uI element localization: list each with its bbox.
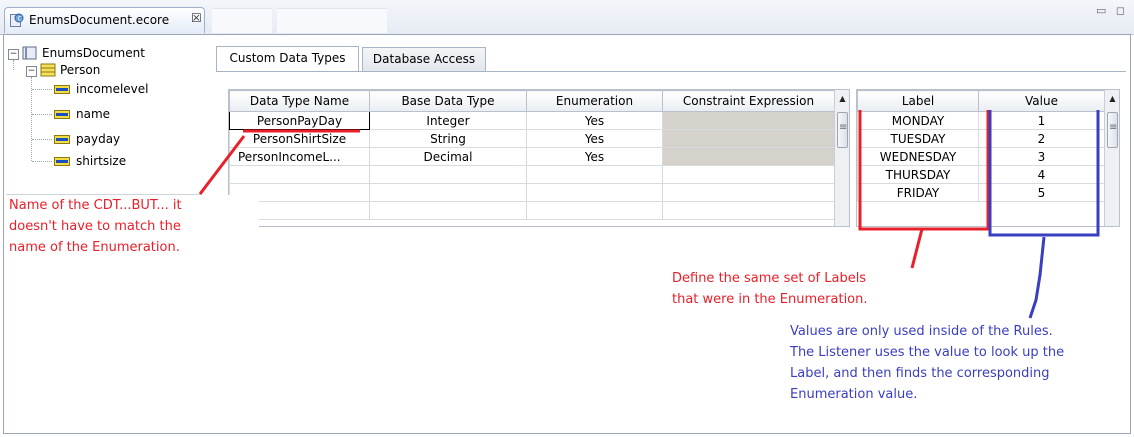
labels-bracket (858, 110, 990, 231)
annotation-cdt-name: Name of the CDT...BUT... it doesn't have… (9, 195, 259, 258)
values-pointer-line (1028, 236, 1046, 319)
annotation-values: Values are only used inside of the Rules… (790, 321, 1130, 405)
annotation-line: doesn't have to match the (9, 219, 181, 234)
annotation-line: Enumeration value. (790, 387, 918, 402)
annotation-line: The Listener uses the value to look up t… (790, 345, 1065, 360)
annotation-pointer-line (198, 135, 246, 195)
annotation-line: that were in the Enumeration. (672, 292, 868, 307)
annotation-line: Values are only used inside of the Rules… (790, 324, 1053, 339)
annotation-line: name of the Enumeration. (9, 240, 180, 255)
annotation-line: Define the same set of Labels (672, 271, 867, 286)
labels-pointer-line (910, 228, 924, 269)
values-bracket (988, 110, 1100, 237)
annotation-line: Name of the CDT...BUT... it (9, 198, 182, 213)
annotation-labels: Define the same set of Labels that were … (672, 268, 952, 310)
annotation-line: Label, and then finds the corresponding (790, 366, 1050, 381)
